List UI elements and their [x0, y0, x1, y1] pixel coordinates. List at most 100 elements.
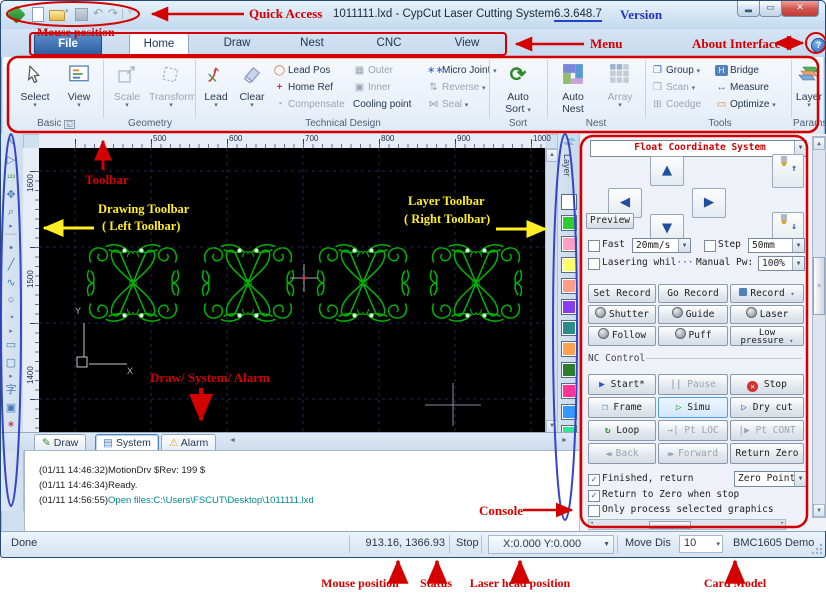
tab-scroll-left-icon[interactable]: ◄ — [229, 437, 236, 444]
fast-checkbox[interactable] — [588, 240, 600, 252]
polygon-tool-icon[interactable]: ▢ — [1, 355, 21, 373]
new-file-icon[interactable] — [32, 7, 44, 22]
jog-up-button[interactable]: ▲ — [650, 156, 684, 186]
panel-horizontal-scrollbar[interactable]: ◄ ► — [588, 519, 786, 530]
step-size-select[interactable]: 50mm ▼ — [748, 238, 805, 253]
minimize-button[interactable]: ▂ — [737, 1, 760, 17]
home-ref-button[interactable]: + Home Ref — [273, 80, 333, 95]
scroll-left-icon[interactable]: ◄ — [590, 520, 593, 526]
circle-tool-icon[interactable]: ○ — [1, 292, 21, 310]
auto-nest-button[interactable]: Auto Nest — [551, 60, 595, 116]
frame-button[interactable]: ❒ Frame — [588, 397, 656, 418]
menu-tab-home[interactable]: Home — [129, 33, 189, 54]
cooling-point-button[interactable]: Cooling point — [353, 97, 411, 112]
help-icon[interactable]: ? — [811, 38, 826, 53]
shutter-button[interactable]: Shutter — [588, 305, 656, 324]
layer-button[interactable]: Layer ▾ — [795, 60, 823, 116]
save-icon[interactable] — [75, 8, 88, 21]
tab-scroll-right-icon[interactable]: ► — [561, 437, 568, 444]
go-record-button[interactable]: Go Record — [658, 284, 728, 303]
tab-alarm[interactable]: ⚠ Alarm — [161, 434, 217, 451]
pause-button[interactable]: || Pause — [658, 374, 728, 395]
rectangle-tool-icon[interactable]: ▭ — [1, 337, 21, 355]
image-tool-icon[interactable]: ▣ — [1, 400, 21, 418]
jog-right-button[interactable]: ▶ — [692, 188, 726, 218]
manual-pw-select[interactable]: 100% ▼ — [758, 256, 805, 271]
layer-color-swatch[interactable] — [561, 215, 577, 231]
lead-pos-button[interactable]: ◯ Lead Pos — [273, 63, 330, 78]
low-pressure-button[interactable]: Low pressure ▾ — [730, 326, 804, 346]
lead-button[interactable]: Lead ▾ — [199, 60, 233, 116]
dialog-launcher-icon[interactable]: ◱ — [64, 120, 75, 129]
layer-color-swatch[interactable] — [561, 236, 577, 252]
nozzle-up-button[interactable]: ↑ — [772, 154, 804, 188]
finished-return-checkbox[interactable]: ✓ — [588, 474, 600, 486]
maximize-button[interactable]: ▭ — [759, 1, 782, 17]
layer-color-swatch[interactable] — [561, 362, 577, 378]
clear-button[interactable]: Clear ▾ — [235, 60, 269, 116]
layer-color-swatch[interactable] — [561, 341, 577, 357]
scroll-up-icon[interactable]: ▲ — [813, 137, 825, 150]
return-zero-button[interactable]: Return Zero — [730, 443, 804, 464]
more-link[interactable]: ··· — [676, 257, 693, 268]
compensate-button[interactable]: ◔ Compensate — [273, 97, 344, 112]
fast-speed-select[interactable]: 20mm/s ▼ — [632, 238, 691, 253]
set-record-button[interactable]: Set Record — [588, 284, 656, 303]
undo-icon[interactable]: ↶ — [93, 6, 103, 20]
pt-loc-button[interactable]: →| Pt LOC — [658, 420, 728, 441]
inner-button[interactable]: ▣ Inner — [353, 80, 391, 95]
zoom-tool-icon[interactable]: ⌕ — [1, 204, 21, 222]
menu-tab-draw[interactable]: Draw — [211, 33, 263, 53]
view-button[interactable]: View ▾ — [59, 60, 99, 116]
simu-button[interactable]: ▷ Simu — [658, 397, 728, 418]
auto-sort-button[interactable]: ⟳ Auto Sort ▾ — [493, 60, 543, 116]
seal-button[interactable]: ⋈ Seal ▾ — [427, 97, 469, 112]
arc-flyout-arrow-icon[interactable]: ▸ — [1, 327, 21, 337]
tab-draw[interactable]: ✎ Draw — [34, 434, 87, 451]
arc-tool-icon[interactable]: ◔ — [1, 310, 21, 328]
scroll-down-icon[interactable]: ▼ — [813, 504, 825, 517]
step-checkbox[interactable] — [704, 240, 716, 252]
menu-tab-cnc[interactable]: CNC — [365, 33, 413, 53]
layer-color-swatch[interactable] — [561, 320, 577, 336]
point-tool-icon[interactable]: • — [1, 240, 21, 258]
start-button[interactable]: ▶ Start* — [588, 374, 656, 395]
laser-button[interactable]: Laser — [730, 305, 804, 324]
outer-button[interactable]: ▦ Outer — [353, 63, 393, 78]
scrollbar-thumb[interactable] — [649, 521, 691, 529]
system-log-console[interactable]: (01/11 14:46:32)MotionDrv $Rev: 199 $ (0… — [24, 450, 581, 533]
follow-button[interactable]: Follow — [588, 326, 656, 346]
close-button[interactable]: ✕ — [781, 1, 819, 17]
scan-button[interactable]: ❒ Scan ▾ — [651, 80, 695, 95]
back-button[interactable]: ◀◀ Back — [588, 443, 656, 464]
optimize-button[interactable]: ▭ Optimize ▾ — [715, 97, 776, 112]
scroll-right-icon[interactable]: ► — [781, 520, 784, 526]
return-to-zero-checkbox[interactable]: ✓ — [588, 490, 600, 502]
node-edit-tool-icon[interactable]: ▷ — [1, 152, 21, 170]
layer-color-swatch[interactable] — [561, 194, 577, 210]
layer-color-swatch[interactable] — [561, 278, 577, 294]
open-file-dropdown-icon[interactable]: ▾ — [65, 7, 69, 15]
scrollbar-thumb[interactable]: ≡ — [813, 257, 825, 315]
preview-button[interactable]: Preview — [586, 213, 634, 229]
guide-button[interactable]: Guide — [658, 305, 728, 324]
scale-button[interactable]: Scale ▾ — [107, 60, 147, 116]
zero-point-select[interactable]: Zero Point ▼ — [734, 471, 807, 487]
tab-system[interactable]: ▤ System — [95, 434, 159, 451]
polygon-flyout-arrow-icon[interactable]: ▸ — [1, 372, 21, 382]
select-button[interactable]: Select ▾ — [13, 60, 57, 116]
opened-file-link[interactable]: Open files:C:\Users\FSCUT\Desktop\101111… — [108, 495, 314, 506]
measure-button[interactable]: ↔ Measure — [715, 80, 769, 95]
micro-joint-button[interactable]: ∗∗Micro Joint ▾ — [427, 63, 497, 78]
panel-vertical-scrollbar[interactable]: ▲ ≡ ▼ — [812, 136, 826, 518]
lasering-checkbox[interactable] — [588, 258, 600, 270]
resize-grip[interactable] — [811, 543, 823, 555]
reverse-button[interactable]: ⇅ Reverse ▾ — [427, 80, 485, 95]
record-button[interactable]: Record ▾ — [730, 284, 804, 303]
curve-tool-icon[interactable]: ∿ — [1, 275, 21, 293]
puff-button[interactable]: Puff — [658, 326, 728, 346]
customize-quick-access-icon[interactable]: ▿ — [128, 7, 132, 16]
open-file-icon[interactable] — [49, 10, 65, 21]
move-dis-select[interactable]: 10 ▾ — [679, 535, 723, 553]
transform-button[interactable]: Transform ▾ — [149, 60, 196, 116]
